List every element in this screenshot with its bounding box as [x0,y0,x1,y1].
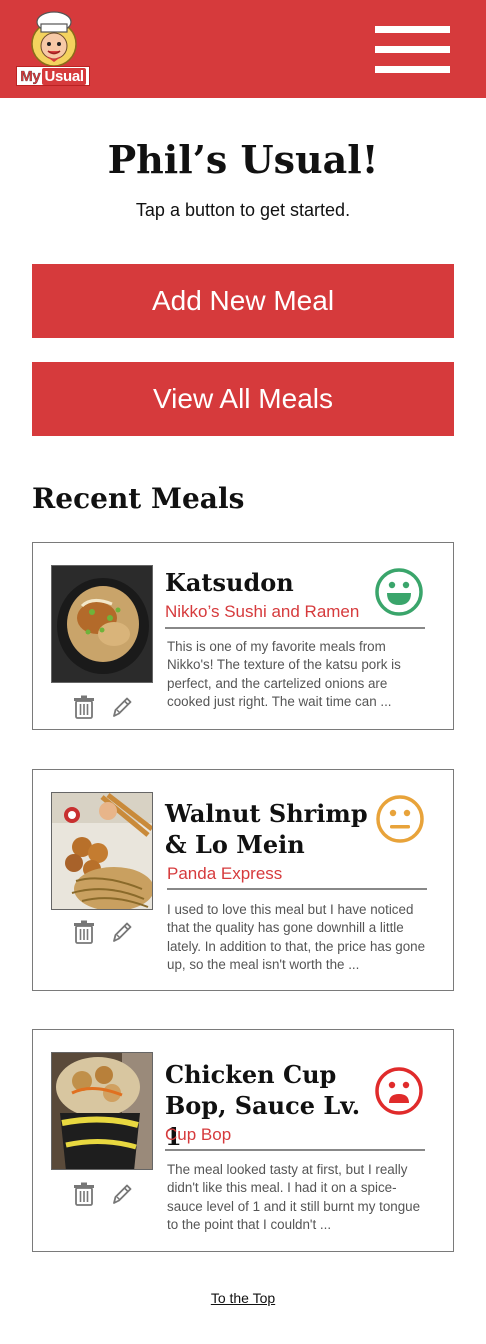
page-title: Phil’s Usual! [107,137,379,182]
trash-icon[interactable] [73,695,95,719]
meal-actions [73,1182,135,1206]
meal-divider [165,1149,425,1151]
view-all-meals-button[interactable]: View All Meals [32,362,454,436]
meal-card[interactable]: Chicken Cup Bop, Sauce Lv. 1 Cup Bop The… [32,1029,454,1252]
meal-description: I used to love this meal but I have noti… [167,902,426,972]
menu-bar-top [375,26,450,33]
app-logo[interactable]: My Usual [16,10,90,86]
meal-card[interactable]: Katsudon Nikko’s Sushi and Ramen This is… [32,542,454,730]
menu-bar-middle [375,46,450,53]
pencil-icon[interactable] [111,695,133,719]
menu-bar-bottom [375,66,450,73]
meal-title: Katsudon [165,568,294,597]
meal-actions [73,920,135,944]
logo-word-my: My [20,67,41,85]
meal-restaurant-link[interactable]: Cup Bop [165,1125,425,1145]
meal-photo[interactable] [51,792,153,910]
meal-description: This is one of my favorite meals from Ni… [167,639,401,709]
meal-photo[interactable] [51,1052,153,1170]
trash-icon[interactable] [73,920,95,944]
sad-face-icon [375,1067,423,1115]
chef-mascot-icon [31,11,77,67]
meal-description: The meal looked tasty at first, but I re… [167,1162,421,1232]
hamburger-menu-icon[interactable] [375,26,450,74]
to-the-top-link[interactable]: To the Top [0,1290,486,1306]
add-new-meal-button[interactable]: Add New Meal [32,264,454,338]
meal-card[interactable]: Walnut Shrimp & Lo Mein Panda Express I … [32,769,454,991]
logo-wordmark: My Usual [16,66,90,86]
app-header: My Usual [0,0,486,98]
recent-meals-heading: Recent Meals [32,482,245,515]
meal-title: Walnut Shrimp & Lo Mein [165,799,368,859]
pencil-icon[interactable] [111,920,133,944]
neutral-face-icon [376,795,424,843]
meal-restaurant-link[interactable]: Panda Express [167,864,427,884]
meal-divider [167,888,427,890]
logo-word-usual: Usual [42,67,86,85]
meal-divider [165,627,425,629]
pencil-icon[interactable] [111,1182,133,1206]
happy-face-icon [375,568,423,616]
page-subtitle: Tap a button to get started. [135,200,351,220]
meal-photo[interactable] [51,565,153,683]
trash-icon[interactable] [73,1182,95,1206]
meal-actions [73,695,135,719]
